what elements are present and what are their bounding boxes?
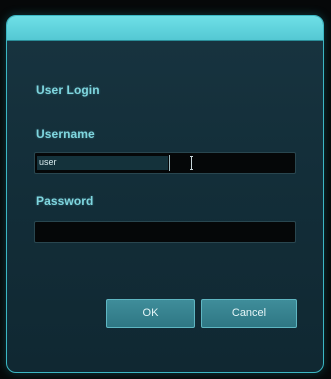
password-label: Password [36, 194, 94, 208]
ok-button[interactable]: OK [106, 299, 195, 328]
text-selection-highlight [37, 156, 168, 170]
login-dialog: User Login Username user Password OK Can… [6, 15, 324, 373]
username-label: Username [36, 127, 95, 141]
password-field[interactable] [34, 221, 296, 243]
username-field[interactable]: user [34, 152, 296, 174]
dialog-heading: User Login [36, 83, 100, 97]
username-value: user [39, 157, 57, 167]
text-cursor-icon [190, 156, 193, 170]
dialog-title-bar[interactable] [7, 16, 323, 41]
text-caret [169, 155, 170, 171]
cancel-button[interactable]: Cancel [201, 299, 297, 328]
